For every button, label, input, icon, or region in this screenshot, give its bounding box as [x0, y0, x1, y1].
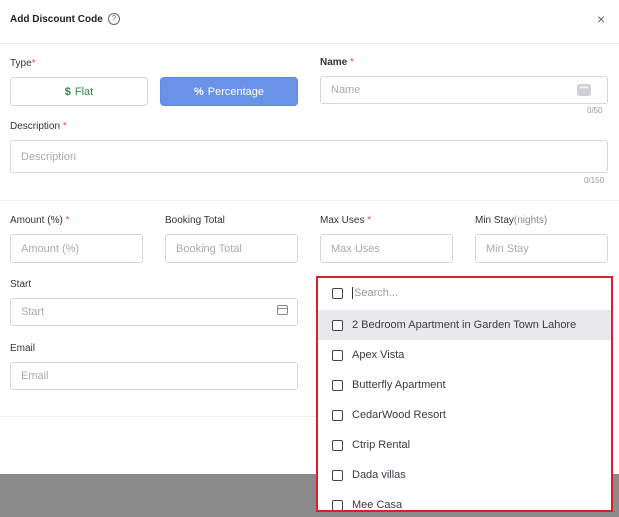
description-label: Description *: [10, 121, 67, 132]
min-stay-placeholder: Min Stay: [486, 242, 529, 255]
amount-input[interactable]: Amount (%): [10, 234, 143, 263]
type-label: Type*: [10, 58, 36, 69]
option-checkbox[interactable]: [332, 409, 343, 421]
flat-label: Flat: [74, 85, 94, 98]
description-placeholder: Description: [21, 150, 77, 163]
booking-total-input[interactable]: Booking Total: [165, 234, 298, 263]
dropdown-option[interactable]: CedarWood Resort: [318, 400, 611, 430]
option-label: CedarWood Resort: [352, 409, 446, 421]
email-input[interactable]: Email: [10, 362, 298, 390]
percentage-label: Percentage: [207, 85, 265, 98]
dropdown-option[interactable]: Apex Vista: [318, 340, 611, 370]
calendar-icon[interactable]: [277, 305, 288, 315]
max-uses-input[interactable]: Max Uses: [320, 234, 453, 263]
option-label: Dada villas: [352, 469, 406, 481]
option-label: 2 Bedroom Apartment in Garden Town Lahor…: [352, 319, 577, 331]
option-label: Ctrip Rental: [352, 439, 411, 451]
dropdown-search[interactable]: Search...: [318, 278, 611, 308]
min-stay-label: Min Stay(nights): [475, 215, 548, 226]
email-placeholder: Email: [21, 370, 49, 382]
option-checkbox[interactable]: [332, 349, 343, 361]
percent-icon: %: [193, 85, 204, 98]
amount-label: Amount (%) *: [10, 215, 70, 226]
name-counter: 0/50: [587, 106, 603, 115]
percentage-type-button[interactable]: % Percentage: [160, 77, 298, 106]
select-all-checkbox[interactable]: [332, 287, 343, 299]
start-label: Start: [10, 279, 32, 290]
modal-title: Add Discount Code: [10, 14, 103, 25]
booking-total-placeholder: Booking Total: [176, 242, 242, 255]
dropdown-option[interactable]: Mee Casa: [318, 490, 611, 511]
start-placeholder: Start: [21, 306, 45, 318]
dropdown-option[interactable]: Ctrip Rental: [318, 430, 611, 460]
search-input[interactable]: Search...: [354, 287, 398, 299]
option-checkbox[interactable]: [332, 469, 343, 481]
option-label: Butterfly Apartment: [352, 379, 446, 391]
close-icon[interactable]: ×: [597, 12, 605, 26]
listing-multiselect-dropdown: Search... 2 Bedroom Apartment in Garden …: [316, 276, 613, 512]
dollar-icon: $: [64, 85, 71, 98]
booking-total-label: Booking Total: [165, 215, 225, 226]
option-checkbox[interactable]: [332, 379, 343, 391]
flat-type-button[interactable]: $ Flat: [10, 77, 148, 106]
name-label: Name *: [320, 57, 354, 68]
dropdown-option[interactable]: 2 Bedroom Apartment in Garden Town Lahor…: [318, 310, 611, 340]
start-date-input[interactable]: Start: [10, 298, 298, 326]
name-input[interactable]: Name: [320, 76, 608, 104]
text-caret: [352, 287, 353, 299]
amount-placeholder: Amount (%): [21, 242, 80, 255]
option-label: Apex Vista: [352, 349, 405, 361]
more-dots-icon[interactable]: •••: [577, 84, 591, 96]
min-stay-input[interactable]: Min Stay: [475, 234, 608, 263]
email-label: Email: [10, 343, 36, 354]
option-label: Mee Casa: [352, 499, 403, 511]
footer-divider: [0, 416, 316, 417]
description-counter: 0/150: [584, 176, 605, 185]
section-divider: [0, 200, 619, 201]
modal-header: Add Discount Code ? ×: [0, 0, 619, 44]
max-uses-placeholder: Max Uses: [331, 242, 380, 255]
option-checkbox[interactable]: [332, 499, 343, 510]
description-input[interactable]: Description: [10, 140, 608, 173]
name-placeholder: Name: [331, 84, 361, 96]
dropdown-option[interactable]: Butterfly Apartment: [318, 370, 611, 400]
option-checkbox[interactable]: [332, 439, 343, 451]
dropdown-option[interactable]: Dada villas: [318, 460, 611, 490]
question-circle-icon[interactable]: ?: [108, 13, 120, 25]
max-uses-label: Max Uses *: [320, 215, 372, 226]
option-checkbox[interactable]: [332, 319, 343, 331]
